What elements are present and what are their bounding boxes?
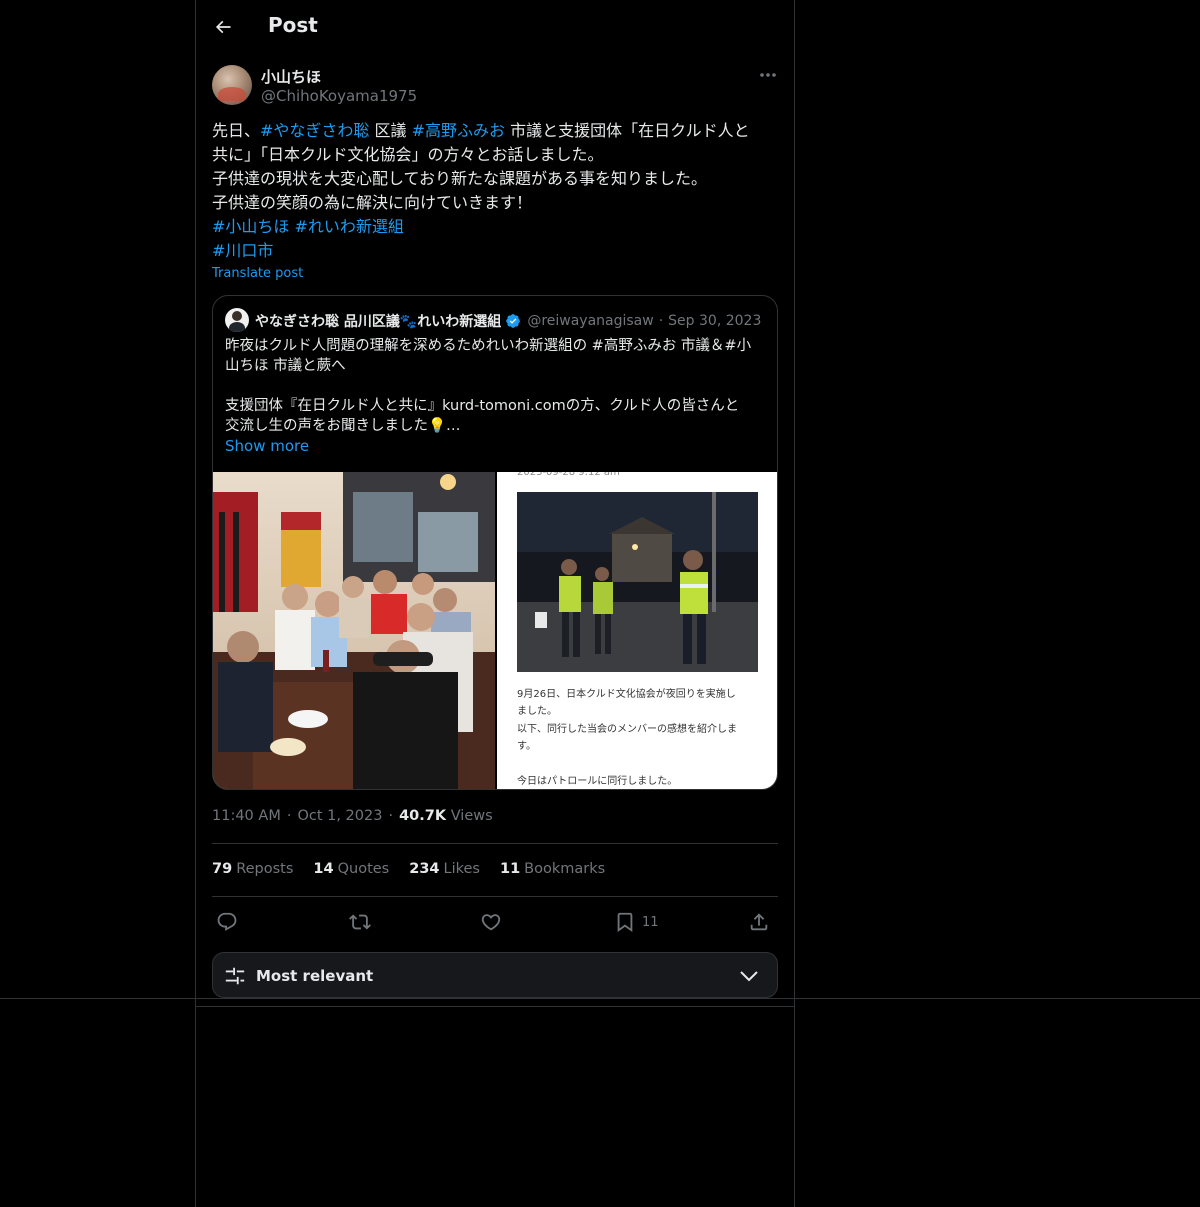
quoted-date[interactable]: Sep 30, 2023 [668,313,761,329]
quoted-text: 昨夜はクルド人問題の理解を深めるためれいわ新選組の #高野ふみお 市議＆#小 山… [225,336,770,436]
likes-count: 234 [409,861,440,877]
arrow-left-icon [215,20,231,34]
page-header: Post [196,0,794,53]
divider [195,1006,795,1007]
avatar[interactable] [212,65,252,105]
bookmarks-count: 11 [499,861,521,877]
post-line: 共に」「日本クルド文化協会」の方々とお話しました。 [212,145,604,164]
like-button[interactable] [480,908,502,936]
repost-button[interactable] [349,908,371,936]
views-count: 40.7K [399,808,447,824]
sliders-icon [225,967,245,985]
back-button[interactable] [206,10,240,44]
separator-dot: · [286,808,292,824]
quotes-stat[interactable]: 14 Quotes [313,861,389,877]
quotes-label: Quotes [337,861,390,877]
author-handle[interactable]: @ChihoKoyama1975 [261,87,417,105]
quoted-author-name[interactable]: やなぎさわ聡 品川区議🐾れいわ新選組 [255,311,501,331]
hashtag-link[interactable]: #れいわ新選組 [295,217,404,236]
divider [212,896,778,897]
sort-label: Most relevant [256,967,374,985]
reposts-label: Reposts [236,861,294,877]
article-line: 今日はパトロールに同行しました。 [517,776,678,787]
reply-button[interactable] [216,908,238,936]
post-line: 先日、#やなぎさわ聡 区議 #高野ふみお 市議と支援団体「在日クルド人と [212,119,780,143]
bookmarks-stat[interactable]: 11 Bookmarks [500,861,605,877]
quoted-header: やなぎさわ聡 品川区議🐾れいわ新選組 @reiwayanagisaw · Sep… [255,311,767,331]
article-line: ました。 [517,706,557,717]
share-button[interactable] [748,908,770,936]
chevron-down-icon [740,971,758,982]
article-line: す。 [517,741,536,752]
post-text-segment: 先日、 [212,121,261,140]
quoted-line: 山ちほ 市議と蕨へ [225,358,346,374]
divider [212,843,778,844]
separator-dot: · [658,313,664,329]
night-patrol-image [517,492,758,672]
hashtag-link[interactable]: #川口市 [212,241,273,260]
action-bar: 11 [212,908,778,936]
post-line: 子供達の笑顔の為に解決に向けていきます！ [212,193,533,212]
hashtag-link[interactable]: #小山ちほ [212,217,289,236]
verified-badge-icon [505,313,521,329]
hashtag-link[interactable]: #高野ふみお [412,121,505,140]
quoted-line: 昨夜はクルド人問題の理解を深めるためれいわ新選組の #高野ふみお 市議＆#小 [225,338,752,354]
more-icon [760,73,776,77]
article-line: 9月26日、日本クルド文化協会が夜回りを実施し [517,689,736,700]
post-line: #小山ちほ #れいわ新選組 [212,215,780,239]
post-column: Post 小山ちほ @ChihoKoyama1975 先日、#やなぎさわ聡 区議… [195,0,795,1207]
engagement-stats: 79 Reposts 14 Quotes 234 Likes 11 Bookmarks [212,861,625,877]
author-name[interactable]: 小山ちほ [261,66,321,87]
sort-replies-dropdown[interactable]: Most relevant [212,952,778,998]
bookmarks-label: Bookmarks [524,861,606,877]
bookmark-count: 11 [642,914,659,930]
likes-label: Likes [443,861,480,877]
bookmark-icon [617,912,633,933]
post-meta: 11:40 AM · Oct 1, 2023 · 40.7K Views [212,808,493,824]
repost-icon [349,914,371,930]
group-photo-image [213,472,495,789]
post-line: 子供達の現状を大変心配しており新たな課題がある事を知りました。 [212,169,708,188]
article-date-text: 2023-09-28 9:12 am [517,472,620,478]
page-title: Post [268,13,318,37]
more-options-button[interactable] [756,64,780,86]
article-line: 以下、同行した当会のメンバーの感想を紹介しま [517,724,737,735]
quoted-line [225,376,770,396]
likes-stat[interactable]: 234 Likes [409,861,480,877]
post-date[interactable]: Oct 1, 2023 [297,808,382,824]
post-line: #川口市 [212,239,780,263]
divider [0,998,1200,999]
post-time[interactable]: 11:40 AM [212,808,281,824]
quoted-photo-article[interactable]: 2023-09-28 9:12 am 9月26日、日本クルド文化協会が夜回りを実… [497,472,777,789]
post-text-segment: 市議と支援団体「在日クルド人と [505,121,750,140]
quoted-line: 交流し生の声をお聞きしました💡… [225,418,461,434]
post-text: 先日、#やなぎさわ聡 区議 #高野ふみお 市議と支援団体「在日クルド人と 共に」… [212,119,780,263]
translate-post-link[interactable]: Translate post [212,266,303,281]
quoted-avatar[interactable] [225,308,249,332]
hashtag-link[interactable]: #やなぎさわ聡 [260,121,369,140]
quotes-count: 14 [313,861,334,877]
quoted-line: 支援団体『在日クルド人と共に』kurd-tomoni.comの方、クルド人の皆さ… [225,398,740,414]
reposts-stat[interactable]: 79 Reposts [212,861,293,877]
reply-icon [217,912,237,931]
reposts-count: 79 [212,861,233,877]
quoted-photo-group[interactable] [213,472,495,789]
quoted-author-handle[interactable]: @reiwayanagisaw [527,313,653,329]
bookmark-button[interactable]: 11 [614,908,659,936]
share-icon [750,913,768,931]
quoted-post[interactable]: やなぎさわ聡 品川区議🐾れいわ新選組 @reiwayanagisaw · Sep… [212,295,778,790]
separator-dot: · [388,808,394,824]
post-text-segment: 区議 [369,121,412,140]
show-more-link[interactable]: Show more [225,437,309,455]
views-label: Views [450,808,493,824]
heart-icon [481,914,501,931]
